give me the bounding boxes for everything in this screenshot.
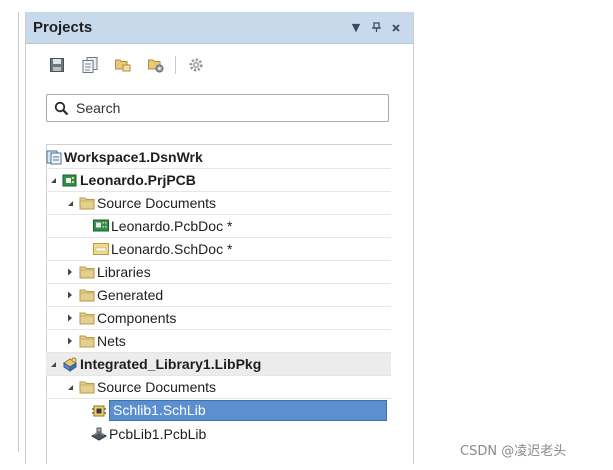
tree-item-label: Source Documents (97, 195, 217, 211)
tree-item-libraries[interactable]: Libraries (46, 261, 391, 284)
tree-item-pcbdoc[interactable]: Leonardo.PcbDoc * (46, 215, 391, 238)
expanded-arrow-icon[interactable] (48, 359, 58, 369)
library-package-icon (62, 356, 78, 372)
tree-item-label: Leonardo.SchDoc * (111, 241, 233, 257)
tree-item-label: PcbLib1.PcbLib (109, 425, 207, 442)
pcb-document-icon (93, 218, 109, 234)
save-icon[interactable] (46, 54, 68, 76)
panel-toolbar (26, 44, 413, 86)
schematic-library-icon (91, 403, 107, 419)
folder-icon (79, 379, 95, 395)
folder-icon (79, 264, 95, 280)
panel-title: Projects (33, 19, 93, 36)
pin-icon[interactable] (367, 19, 385, 37)
folder-icon (79, 310, 95, 326)
tree-item-source-documents[interactable]: Source Documents (46, 192, 391, 215)
tree-item-label: Leonardo.PrjPCB (80, 172, 196, 188)
schematic-document-icon (93, 241, 109, 257)
folder-icon (79, 333, 95, 349)
tree-item-label: Schlib1.SchLib (109, 400, 387, 421)
pcb-project-icon (62, 172, 78, 188)
toolbar-separator (175, 56, 176, 74)
tree-item-label: Components (97, 310, 177, 326)
tree-item-schlib[interactable]: Schlib1.SchLib (46, 399, 391, 422)
tree-item-label: Nets (97, 333, 126, 349)
open-project-icon[interactable] (112, 54, 134, 76)
projects-panel: Projects ▼ Wo (25, 12, 414, 464)
tree-item-label: Integrated_Library1.LibPkg (80, 356, 262, 372)
pcb-library-icon (91, 426, 107, 442)
panel-titlebar: Projects ▼ (26, 12, 413, 44)
expanded-arrow-icon[interactable] (48, 175, 58, 185)
tree-item-components[interactable]: Components (46, 307, 391, 330)
collapsed-arrow-icon[interactable] (65, 336, 75, 346)
collapsed-arrow-icon[interactable] (65, 313, 75, 323)
tree-item-project-leonardo[interactable]: Leonardo.PrjPCB (46, 169, 391, 192)
watermark: CSDN @凌迟老头 (460, 444, 567, 459)
tree-item-nets[interactable]: Nets (46, 330, 391, 353)
tree-item-label: Source Documents (97, 379, 217, 395)
collapsed-arrow-icon[interactable] (65, 290, 75, 300)
expanded-arrow-icon[interactable] (65, 198, 75, 208)
folder-icon (79, 287, 95, 303)
tree-item-label: Leonardo.PcbDoc * (111, 218, 233, 234)
tree-item-label: Generated (97, 287, 164, 303)
search-icon (54, 101, 69, 115)
tree-item-integrated-library[interactable]: Integrated_Library1.LibPkg (46, 353, 391, 376)
save-all-icon[interactable] (79, 54, 101, 76)
tree-item-label: Workspace1.DsnWrk (64, 149, 203, 165)
workspace-icon (46, 149, 62, 165)
tree-item-schdoc[interactable]: Leonardo.SchDoc * (46, 238, 391, 261)
close-icon[interactable] (387, 19, 405, 37)
expanded-arrow-icon[interactable] (65, 382, 75, 392)
folder-icon (79, 195, 95, 211)
project-options-icon[interactable] (145, 54, 167, 76)
gear-icon[interactable] (185, 54, 207, 76)
tree-item-generated[interactable]: Generated (46, 284, 391, 307)
collapsed-arrow-icon[interactable] (65, 267, 75, 277)
tree-item-label: Libraries (97, 264, 151, 280)
left-splitter[interactable] (18, 12, 25, 452)
tree-item-library-source-documents[interactable]: Source Documents (46, 376, 391, 399)
tree-item-workspace[interactable]: Workspace1.DsnWrk (46, 146, 391, 169)
search-box[interactable] (46, 94, 389, 122)
panel-menu-dropdown-icon[interactable]: ▼ (347, 19, 365, 37)
search-input[interactable] (74, 99, 368, 117)
tree-item-pcblib[interactable]: PcbLib1.PcbLib (46, 422, 391, 445)
